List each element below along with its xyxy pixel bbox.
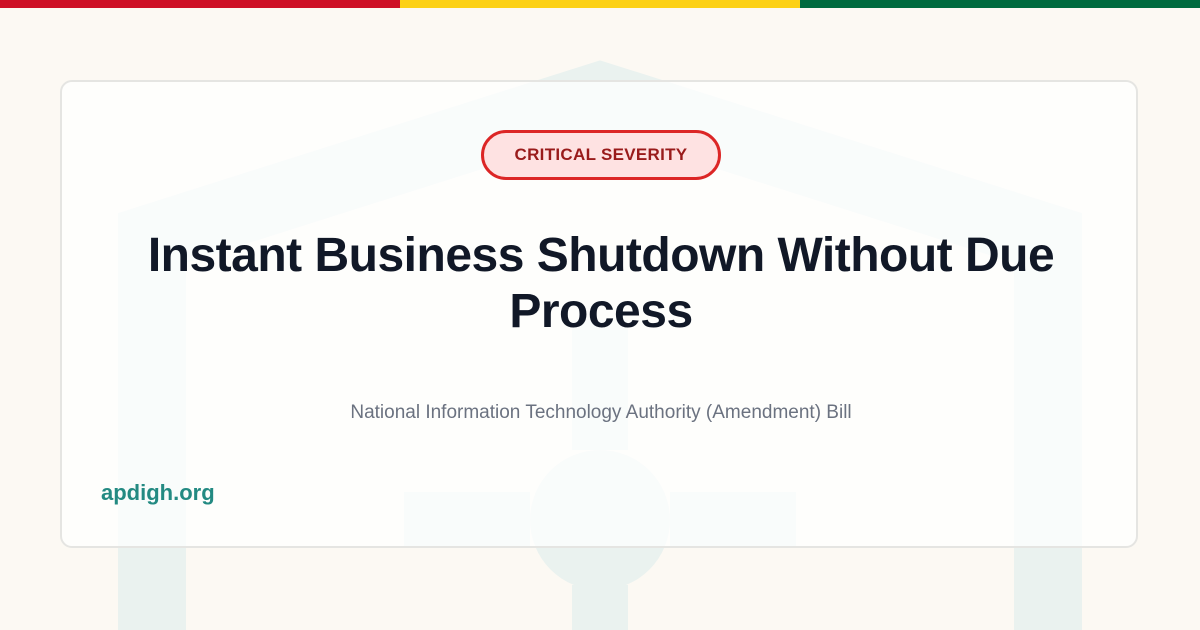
flag-color-bar (0, 0, 1200, 8)
page-title: Instant Business Shutdown Without Due Pr… (147, 229, 1055, 338)
flag-stripe-green (800, 0, 1200, 8)
flag-stripe-red (0, 0, 400, 8)
flag-stripe-gold (400, 0, 800, 8)
severity-badge: CRITICAL SEVERITY (481, 130, 721, 180)
site-link[interactable]: apdigh.org (101, 480, 215, 506)
bill-name: National Information Technology Authorit… (350, 402, 852, 423)
alert-card: CRITICAL SEVERITY Instant Business Shutd… (60, 80, 1138, 548)
